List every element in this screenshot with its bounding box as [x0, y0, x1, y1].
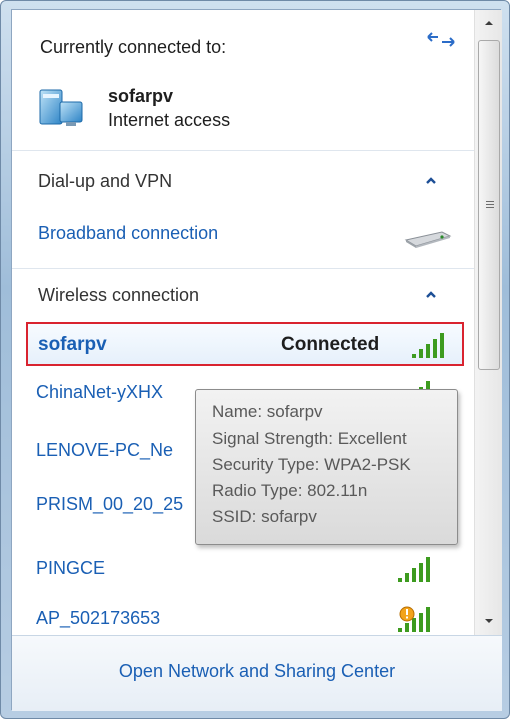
refresh-arrows-icon[interactable] — [424, 28, 458, 50]
divider — [12, 268, 474, 269]
broadband-modem-icon — [404, 231, 452, 248]
open-network-sharing-center-link[interactable]: Open Network and Sharing Center — [12, 661, 502, 682]
secured-signal-warning-icon — [398, 606, 430, 632]
network-details-tooltip: Name: sofarpv Signal Strength: Excellent… — [195, 389, 458, 545]
scrollbar-grip — [486, 201, 494, 202]
group-label-wireless: Wireless connection — [38, 285, 200, 305]
wifi-network-name: AP_502173653 — [36, 608, 161, 628]
network-flyout-panel: Currently connected to: sofarpv Internet… — [11, 9, 502, 711]
network-computer-icon — [39, 89, 83, 126]
tooltip-signal-strength: Signal Strength: Excellent — [212, 429, 407, 448]
current-network-name: sofarpv — [108, 86, 174, 106]
tooltip-radio-type: Radio Type: 802.11n — [212, 481, 368, 500]
scrollbar-grip — [486, 204, 494, 205]
group-header-wireless[interactable]: Wireless connection — [12, 272, 474, 318]
wifi-network-name: PINGCE — [36, 558, 106, 578]
scrollbar-grip — [486, 207, 494, 208]
tooltip-security-type: Security Type: WPA2-PSK — [212, 455, 411, 474]
broadband-connection-item[interactable]: Broadband connection — [12, 210, 474, 260]
vertical-scrollbar[interactable] — [474, 10, 502, 635]
wifi-network-selected[interactable]: sofarpv Connected — [26, 322, 464, 366]
wifi-connection-status: Connected — [281, 334, 380, 355]
wifi-network-name: LENOVE-PC_Ne — [36, 440, 174, 460]
group-label-dialup: Dial-up and VPN — [38, 171, 173, 191]
wifi-network-item[interactable]: AP_502173653 — [12, 598, 474, 635]
chevron-up-icon — [426, 177, 436, 184]
wifi-network-name: PRISM_00_20_25 — [36, 494, 184, 514]
wifi-network-name: ChinaNet-yXHX — [36, 382, 164, 402]
scroll-down-arrow-icon[interactable] — [475, 608, 503, 634]
group-header-dialup[interactable]: Dial-up and VPN — [12, 158, 474, 204]
chevron-up-icon — [426, 291, 436, 298]
current-connection-section: Currently connected to: sofarpv Internet… — [12, 10, 474, 150]
divider — [12, 150, 474, 151]
scrollbar-thumb[interactable] — [478, 40, 500, 370]
broadband-connection-label: Broadband connection — [38, 223, 219, 243]
wifi-network-item[interactable]: PINGCE — [12, 548, 474, 592]
scroll-up-arrow-icon[interactable] — [475, 10, 503, 36]
network-list: Currently connected to: sofarpv Internet… — [12, 10, 474, 635]
current-network-status: Internet access — [108, 110, 231, 130]
flyout-footer: Open Network and Sharing Center — [12, 635, 502, 711]
tooltip-ssid: SSID: sofarpv — [212, 507, 317, 526]
signal-strength-icon — [412, 333, 444, 358]
wifi-network-name: sofarpv — [38, 334, 107, 355]
network-flyout-frame: Currently connected to: sofarpv Internet… — [0, 0, 510, 719]
signal-strength-icon — [398, 557, 430, 582]
current-connection-title: Currently connected to: — [40, 37, 227, 57]
tooltip-name: Name: sofarpv — [212, 402, 323, 421]
